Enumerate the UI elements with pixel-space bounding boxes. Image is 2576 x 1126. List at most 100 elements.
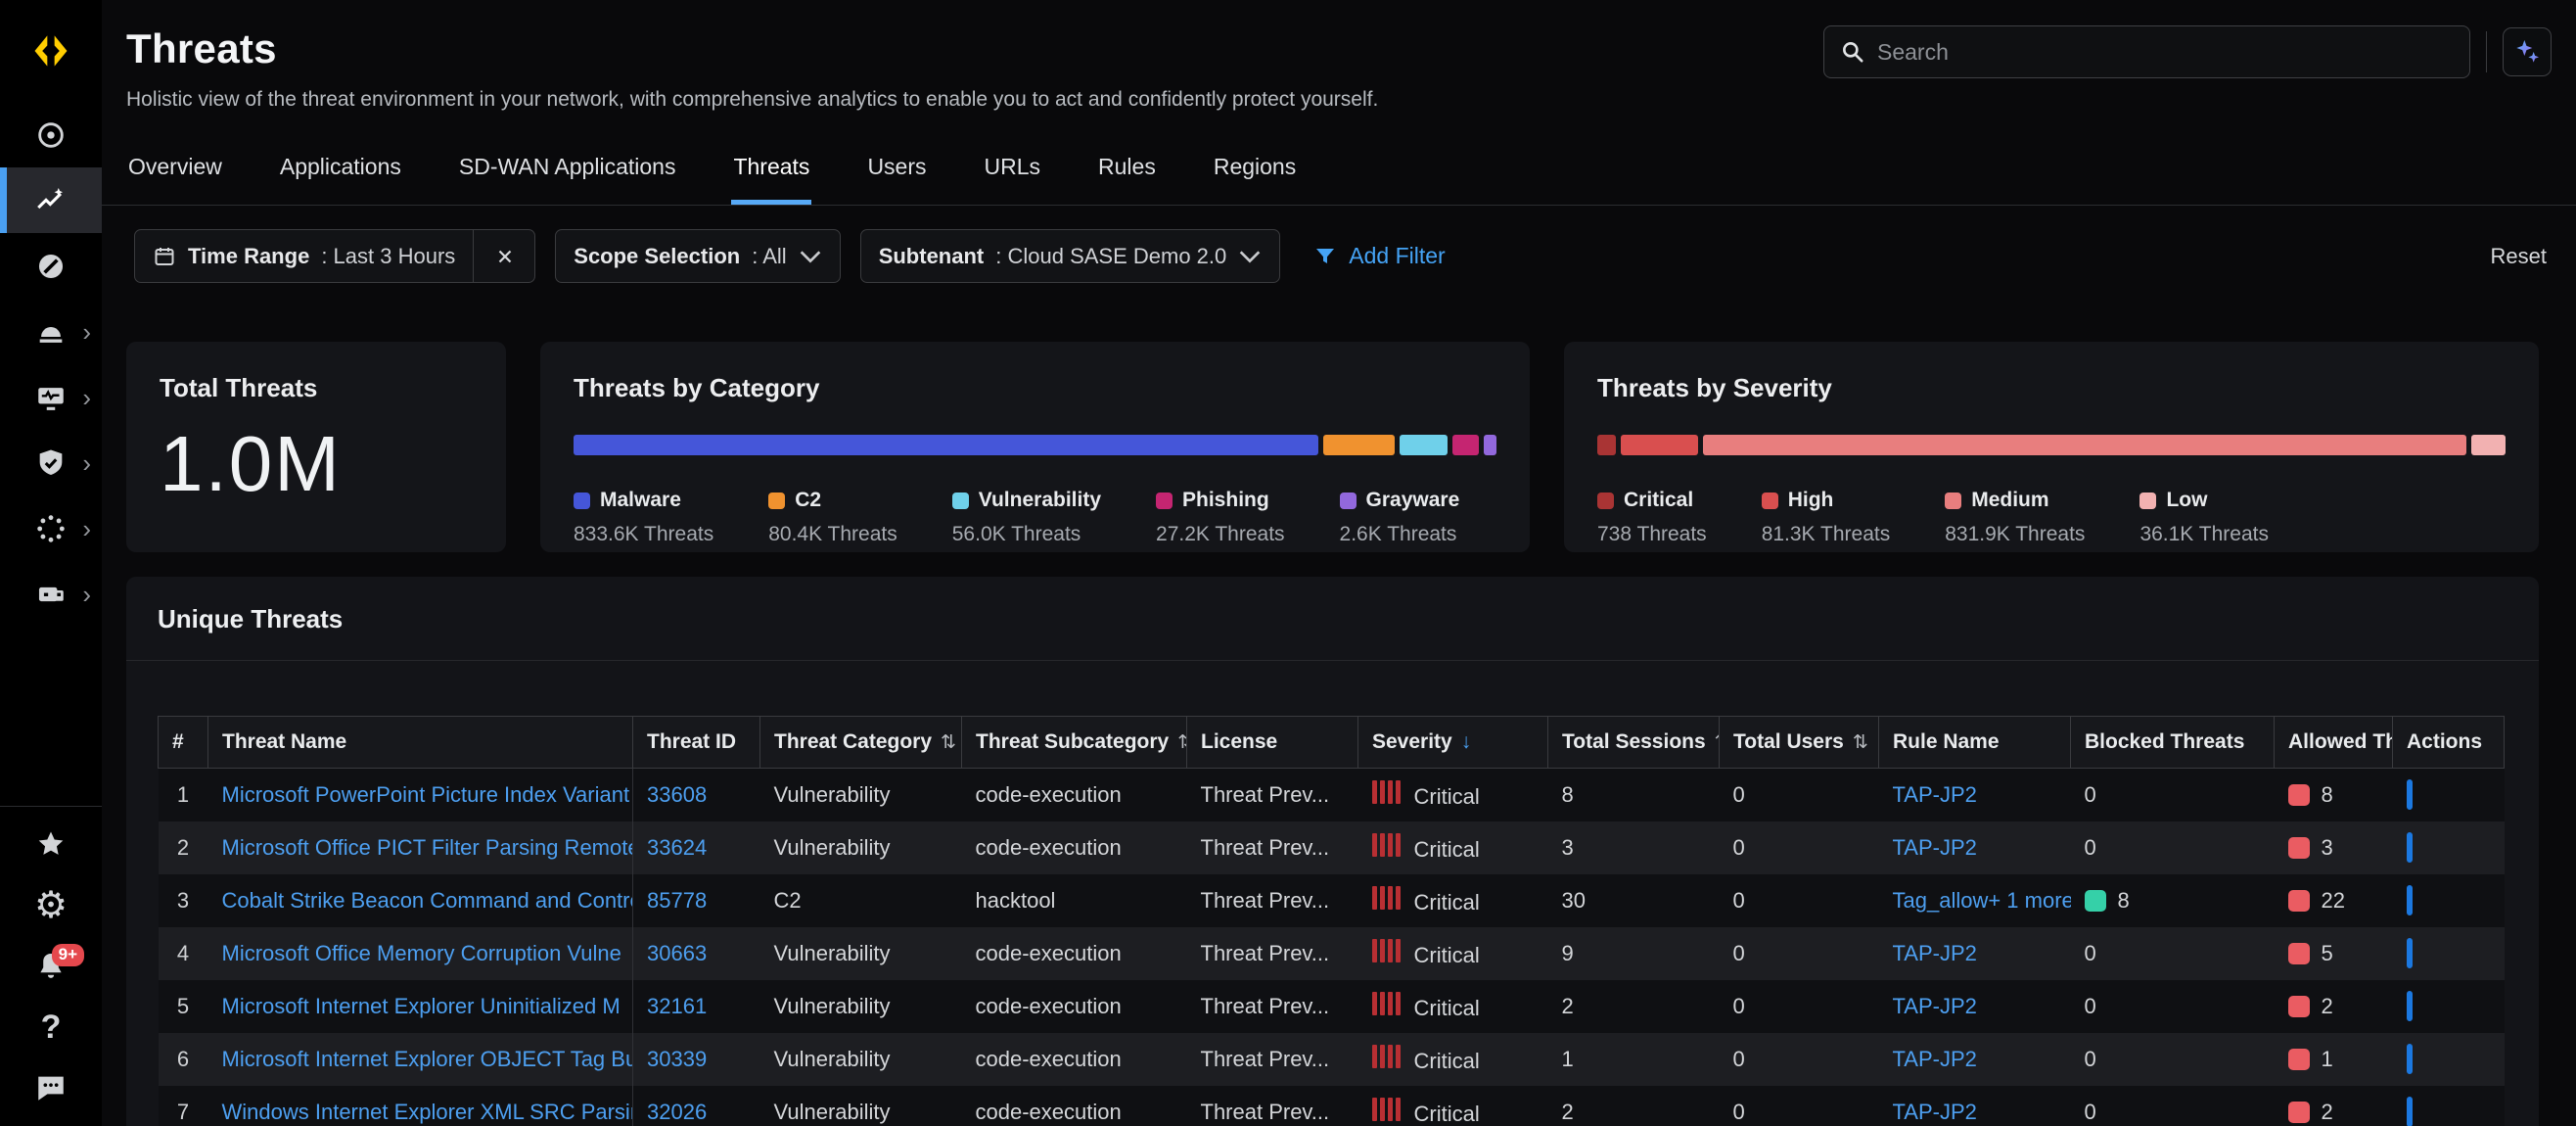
col-header-severity[interactable]: Severity↓ <box>1358 717 1548 769</box>
threat-id-link[interactable]: 33608 <box>647 782 707 807</box>
rule-name-link[interactable]: TAP-JP2 <box>1893 941 1977 965</box>
actions-grid-icon[interactable] <box>2407 938 2413 968</box>
threat-name-link[interactable]: Microsoft PowerPoint Picture Index Varia… <box>222 782 630 807</box>
topbar-divider <box>2486 31 2487 72</box>
bar-segment-critical[interactable] <box>1597 435 1616 455</box>
threat-name-link[interactable]: Microsoft Office PICT Filter Parsing Rem… <box>222 835 633 860</box>
legend-item-medium: Medium 831.9K Threats <box>1945 489 2085 546</box>
actions-grid-icon[interactable] <box>2407 1097 2413 1126</box>
rule-name-link[interactable]: Tag_allow <box>1893 888 1989 913</box>
cell-rule-name: TAP-JP2 <box>1879 927 2071 980</box>
severity-bars-icon <box>1372 1045 1401 1068</box>
tab-rules[interactable]: Rules <box>1096 140 1158 205</box>
add-filter-button[interactable]: Add Filter <box>1313 243 1445 269</box>
legend-swatch <box>1945 493 1961 509</box>
threat-id-link[interactable]: 85778 <box>647 888 707 913</box>
bar-segment-phishing[interactable] <box>1452 435 1479 455</box>
actions-grid-icon[interactable] <box>2407 832 2413 863</box>
bar-segment-low[interactable] <box>2471 435 2506 455</box>
bar-segment-grayware[interactable] <box>1484 435 1496 455</box>
tab-overview[interactable]: Overview <box>126 140 224 205</box>
bar-segment-vulnerability[interactable] <box>1400 435 1448 455</box>
bar-segment-malware[interactable] <box>574 435 1318 455</box>
allowed-threat-badge <box>2288 784 2310 806</box>
ai-assistant-button[interactable] <box>2503 27 2552 76</box>
sidebar-item-feedback[interactable] <box>0 1057 102 1118</box>
tab-applications[interactable]: Applications <box>278 140 403 205</box>
threat-id-link[interactable]: 32026 <box>647 1100 707 1124</box>
sidebar-item-settings[interactable]: ⚙ <box>0 875 102 936</box>
bar-segment-medium[interactable] <box>1703 435 2466 455</box>
sidebar-item-insights[interactable] <box>0 167 102 233</box>
tab-regions[interactable]: Regions <box>1212 140 1298 205</box>
sidebar-item-notifications[interactable]: 9+ <box>0 936 102 997</box>
actions-grid-icon[interactable] <box>2407 991 2413 1021</box>
actions-grid-icon[interactable] <box>2407 779 2413 810</box>
col-header-threat-category[interactable]: Threat Category⇅ <box>760 717 962 769</box>
threat-name-link[interactable]: Microsoft Office Memory Corruption Vulne <box>222 941 621 965</box>
sort-desc-icon[interactable]: ↓ <box>1461 730 1472 753</box>
app-logo[interactable] <box>0 0 102 102</box>
tab-sdwan-applications[interactable]: SD-WAN Applications <box>457 140 678 205</box>
table-row: 6 Microsoft Internet Explorer OBJECT Tag… <box>159 1033 2505 1086</box>
threat-name-link[interactable]: Microsoft Internet Explorer OBJECT Tag B… <box>222 1047 633 1071</box>
sort-icon[interactable]: ⇅ <box>1853 732 1868 753</box>
sidebar-item-favorites[interactable] <box>0 815 102 875</box>
actions-grid-icon[interactable] <box>2407 885 2413 915</box>
col-header-rule-name[interactable]: Rule Name <box>1879 717 2071 769</box>
time-range-filter-chip[interactable]: Time Range: Last 3 Hours <box>134 229 535 283</box>
col-header-threat-id[interactable]: Threat ID <box>633 717 760 769</box>
search-box[interactable] <box>1823 25 2470 78</box>
search-input[interactable] <box>1877 39 2454 66</box>
col-header-blocked-threats[interactable]: Blocked Threats <box>2071 717 2275 769</box>
tab-threats[interactable]: Threats <box>731 140 811 205</box>
subtenant-filter-chip[interactable]: Subtenant: Cloud SASE Demo 2.0 <box>860 229 1281 283</box>
rule-name-link[interactable]: TAP-JP2 <box>1893 1100 1977 1124</box>
actions-grid-icon[interactable] <box>2407 1044 2413 1074</box>
reset-filters-button[interactable]: Reset <box>2491 244 2547 269</box>
rule-name-link[interactable]: TAP-JP2 <box>1893 782 1977 807</box>
threat-id-link[interactable]: 30663 <box>647 941 707 965</box>
bar-segment-c2[interactable] <box>1323 435 1395 455</box>
col-header-total-users[interactable]: Total Users⇅ <box>1720 717 1879 769</box>
sidebar-item-workflows[interactable]: › <box>0 364 102 430</box>
threat-name-link[interactable]: Cobalt Strike Beacon Command and Control <box>222 888 633 913</box>
tab-urls[interactable]: URLs <box>983 140 1043 205</box>
incident-dome-icon <box>34 315 68 349</box>
remove-time-range-filter-button[interactable] <box>485 247 517 266</box>
threat-id-link[interactable]: 32161 <box>647 994 707 1018</box>
scope-selection-filter-chip[interactable]: Scope Selection: All <box>555 229 840 283</box>
sort-icon[interactable]: ⇅ <box>941 732 956 753</box>
threat-name-link[interactable]: Windows Internet Explorer XML SRC Parsin <box>222 1100 633 1124</box>
sort-icon[interactable]: ⇅ <box>1715 732 1720 753</box>
col-header-actions[interactable]: Actions <box>2393 717 2505 769</box>
tab-users[interactable]: Users <box>865 140 928 205</box>
rule-name-link[interactable]: TAP-JP2 <box>1893 994 1977 1018</box>
rule-name-link[interactable]: TAP-JP2 <box>1893 835 1977 860</box>
bar-segment-high[interactable] <box>1621 435 1697 455</box>
sidebar-item-command-center[interactable] <box>0 102 102 167</box>
threat-name-link[interactable]: Microsoft Internet Explorer Uninitialize… <box>222 994 621 1018</box>
col-header-total-sessions[interactable]: Total Sessions⇅ <box>1548 717 1720 769</box>
col-header-threat-subcategory[interactable]: Threat Subcategory⇅ <box>962 717 1187 769</box>
sidebar-item-objects[interactable]: › <box>0 495 102 561</box>
cell-rule-name: TAP-JP2 <box>1879 1086 2071 1126</box>
sidebar-item-incidents[interactable]: › <box>0 299 102 364</box>
rule-name-link[interactable]: TAP-JP2 <box>1893 1047 1977 1071</box>
col-header-threat-name[interactable]: Threat Name <box>208 717 633 769</box>
col-header-allowed-threats[interactable]: Allowed Th <box>2275 717 2393 769</box>
cell-threat-subcategory: code-execution <box>962 769 1187 821</box>
sidebar-item-security[interactable]: › <box>0 430 102 495</box>
threat-id-link[interactable]: 33624 <box>647 835 707 860</box>
sort-icon[interactable]: ⇅ <box>1177 732 1186 753</box>
allowed-threat-badge <box>2288 943 2310 964</box>
rule-more-link[interactable]: + 1 more <box>1988 888 2070 913</box>
col-header-index[interactable]: # <box>159 717 208 769</box>
sidebar-item-dashboards[interactable] <box>0 233 102 299</box>
col-header-license[interactable]: License <box>1187 717 1358 769</box>
threat-id-link[interactable]: 30339 <box>647 1047 707 1071</box>
cell-total-users: 0 <box>1720 821 1879 874</box>
sidebar-item-help[interactable]: ? <box>0 997 102 1057</box>
cell-actions <box>2393 927 2505 980</box>
sidebar-item-manage[interactable]: › <box>0 561 102 627</box>
